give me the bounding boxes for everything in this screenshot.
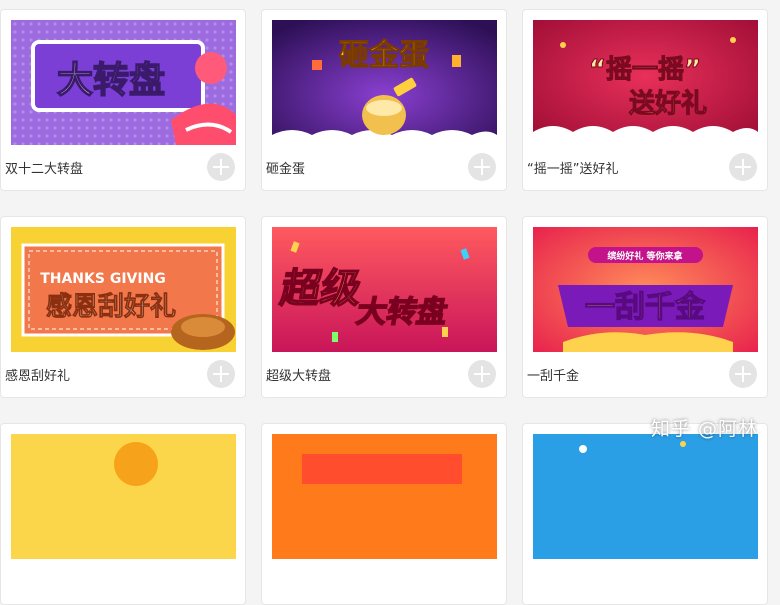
banner-image: 超级 大转盘 — [272, 227, 497, 352]
template-card[interactable]: THANKS GIVING 感恩刮好礼 感恩刮好礼 — [0, 216, 246, 398]
banner-image: THANKS GIVING 感恩刮好礼 — [11, 227, 236, 352]
banner-text: 砸金蛋 — [339, 38, 429, 73]
banner-text: 缤纷好礼 等你来拿 — [607, 250, 683, 262]
banner-text: 大转盘 — [354, 294, 450, 330]
template-card[interactable]: 砸金蛋 砸金蛋 — [261, 9, 507, 191]
add-icon[interactable] — [207, 360, 235, 388]
banner-text: THANKS GIVING — [40, 271, 166, 287]
banner-text: 一刮千金 — [585, 290, 706, 325]
template-card[interactable]: 大转盘 双十二大转盘 — [0, 9, 246, 191]
banner-image: 大转盘 — [11, 20, 236, 145]
banner-image: “摇一摇” 送好礼 — [533, 20, 758, 145]
card-title: “摇一摇”送好礼 — [527, 162, 619, 177]
banner-image — [11, 434, 236, 559]
banner-image: 砸金蛋 — [272, 20, 497, 145]
banner-image: 缤纷好礼 等你来拿 一刮千金 — [533, 227, 758, 352]
template-card[interactable] — [0, 423, 246, 605]
watermark: 知乎 @阿林 — [650, 418, 758, 440]
template-card[interactable]: “摇一摇” 送好礼 “摇一摇”送好礼 — [522, 9, 768, 191]
add-icon[interactable] — [468, 153, 496, 181]
card-title: 一刮千金 — [527, 369, 580, 384]
banner-text: 送好礼 — [629, 88, 707, 119]
add-icon[interactable] — [468, 360, 496, 388]
template-card[interactable]: 缤纷好礼 等你来拿 一刮千金 一刮千金 — [522, 216, 768, 398]
banner-text: “摇一摇” — [589, 55, 701, 85]
template-card[interactable] — [261, 423, 507, 605]
add-icon[interactable] — [207, 153, 235, 181]
add-icon[interactable] — [729, 360, 757, 388]
card-title: 双十二大转盘 — [5, 162, 84, 177]
banner-text: 超级 — [277, 265, 366, 312]
card-title: 砸金蛋 — [266, 162, 306, 177]
add-icon[interactable] — [729, 153, 757, 181]
banner-image — [533, 434, 758, 559]
card-title: 超级大转盘 — [266, 369, 332, 384]
banner-image — [272, 434, 497, 559]
banner-text: 感恩刮好礼 — [46, 291, 176, 322]
card-title: 感恩刮好礼 — [5, 369, 71, 384]
template-card[interactable] — [522, 423, 768, 605]
banner-text: 大转盘 — [57, 59, 165, 101]
template-card[interactable]: 超级 大转盘 超级大转盘 — [261, 216, 507, 398]
